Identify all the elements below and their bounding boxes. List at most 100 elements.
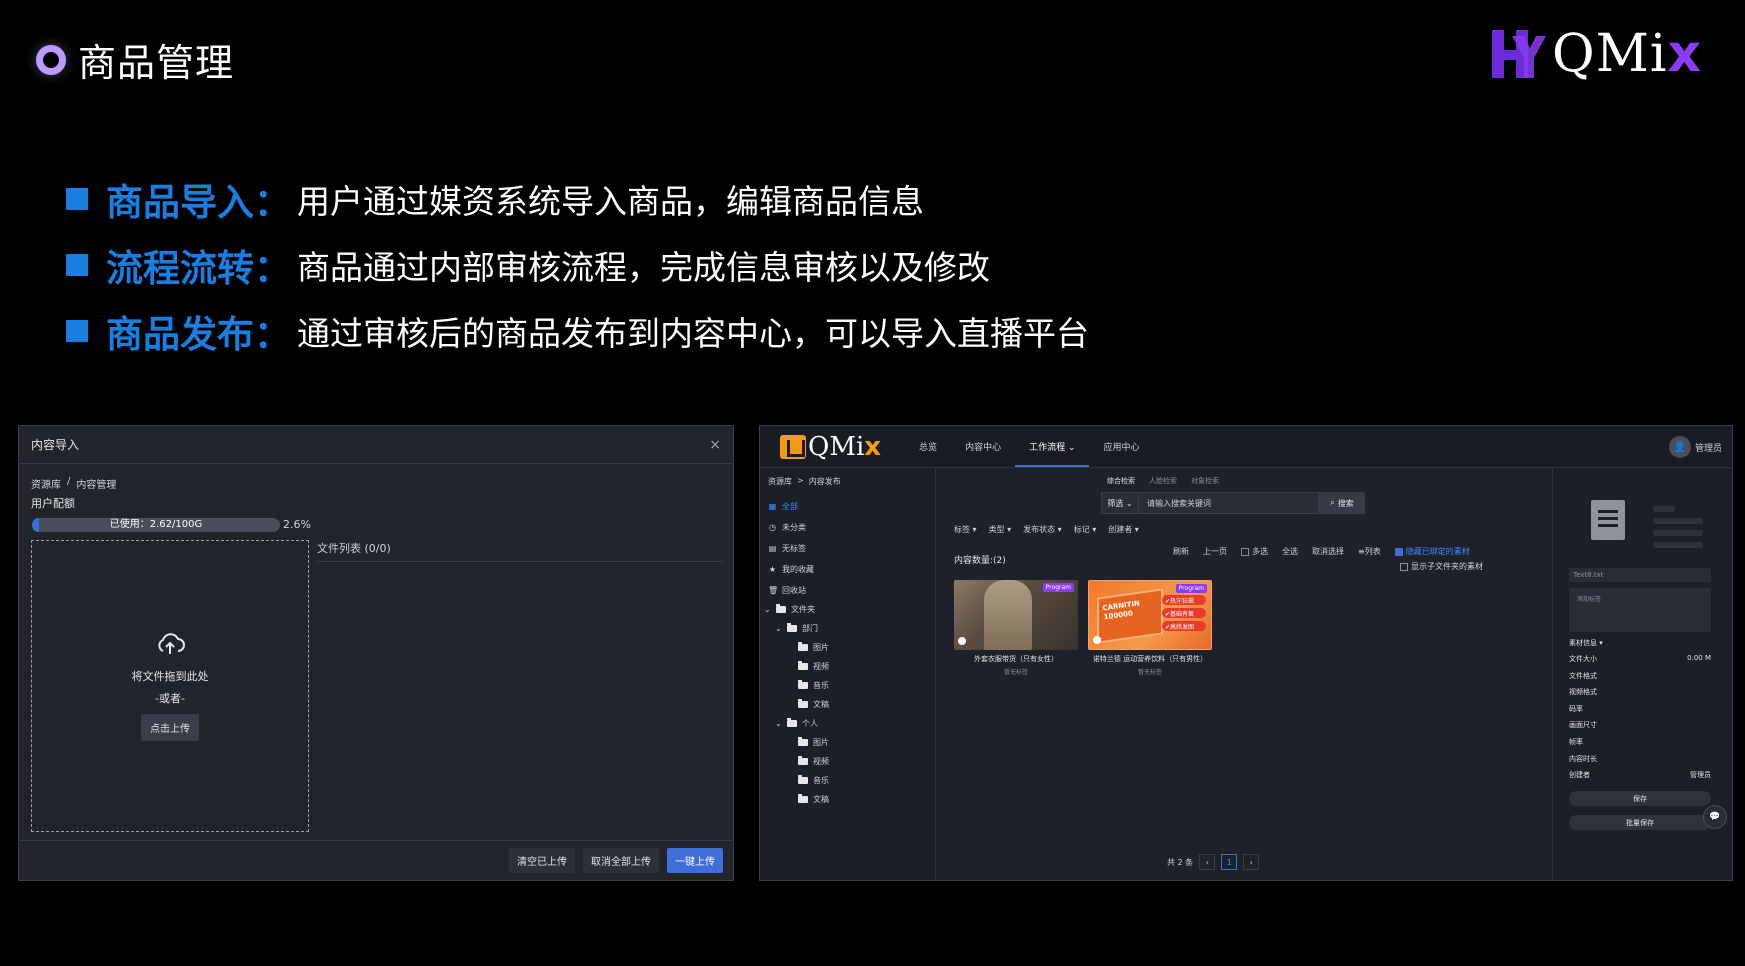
nav-overview[interactable]: 总览 <box>905 426 951 467</box>
sidebar-item-all[interactable]: ▦ 全部 <box>768 496 814 517</box>
sidebar-item-favorites[interactable]: ★ 我的收藏 <box>768 559 814 580</box>
drop-text: 将文件拖到此处 <box>131 669 209 683</box>
tag-input[interactable]: 添加标签 <box>1569 588 1711 632</box>
chevron-down-icon[interactable]: ⌄ <box>775 719 782 728</box>
breadcrumb: 资源库 / 内容管理 <box>31 476 116 491</box>
next-page-icon[interactable]: › <box>1243 854 1260 870</box>
title-ring-icon <box>36 44 66 75</box>
card-thumbnail: Program <box>954 580 1078 650</box>
folder-icon <box>798 661 808 670</box>
meta-section-toggle[interactable]: 素材信息 ▾ <box>1569 638 1603 648</box>
meta-key: 视频格式 <box>1569 688 1597 697</box>
multi-select-toggle[interactable]: 多选 <box>1241 546 1268 557</box>
batch-save-button[interactable]: 批量保存 <box>1569 815 1711 830</box>
folder-tree-item[interactable]: 文稿 <box>764 790 829 809</box>
folder-tree: ⌄ 文件夹 ⌄ 部门 图片 视频 音乐 文稿 ⌄ 个人 图片 视频 音乐 文稿 <box>764 600 829 809</box>
app-logo-word: QMi <box>808 431 865 462</box>
nav-content-center[interactable]: 内容中心 <box>951 426 1015 467</box>
chevron-down-icon[interactable]: ⌄ <box>775 624 782 633</box>
skeleton-line <box>1653 542 1703 548</box>
meta-key: 文件大小 <box>1569 655 1597 663</box>
cloud-upload-icon <box>158 632 185 654</box>
folder-tree-item[interactable]: 图片 <box>764 638 829 657</box>
show-subfolder-toggle[interactable]: 显示子文件夹的素材 <box>1400 561 1483 572</box>
user-menu[interactable]: 👤 管理员 <box>1668 436 1722 458</box>
filter-publish-status[interactable]: 发布状态 ▾ <box>1023 524 1062 535</box>
search-input[interactable]: 请输入搜索关键词 <box>1139 492 1319 514</box>
folder-tree-item[interactable]: ⌄ 文件夹 <box>764 600 829 619</box>
folder-tree-item[interactable]: 图片 <box>764 733 829 752</box>
folder-label: 音乐 <box>813 681 829 690</box>
filter-creator[interactable]: 创建者 ▾ <box>1108 524 1139 535</box>
save-button[interactable]: 保存 <box>1569 791 1711 806</box>
folder-label: 图片 <box>813 643 829 652</box>
filter-dropdown[interactable]: 筛选 ⌄ <box>1101 492 1139 514</box>
file-drop-zone[interactable]: 将文件拖到此处 -或者- 点击上传 <box>31 540 309 832</box>
chat-bubble-icon[interactable]: 💬 <box>1703 805 1727 829</box>
nav-app-center[interactable]: 应用中心 <box>1089 426 1153 467</box>
content-card[interactable]: CARNITIN 100000 Program ✔热汗狂飙 ✔基础有氧 ✔高纬发… <box>1088 580 1212 676</box>
page-number[interactable]: 1 <box>1221 854 1238 870</box>
card-title: 外套衣服带货（只有女性） <box>974 655 1058 663</box>
cancel-select-button[interactable]: 取消选择 <box>1312 546 1344 557</box>
tab-combined-search[interactable]: 综合检索 <box>1107 476 1135 486</box>
filter-type[interactable]: 类型 ▾ <box>989 524 1012 535</box>
refresh-button[interactable]: 刷新 <box>1173 546 1189 557</box>
breadcrumb-item[interactable]: 内容发布 <box>809 476 841 487</box>
total-count: 共 2 条 <box>1167 857 1194 867</box>
search-bar: 筛选 ⌄ 请输入搜索关键词 ⌕ 搜索 <box>1101 492 1365 514</box>
search-button[interactable]: ⌕ 搜索 <box>1319 492 1365 514</box>
breadcrumb-item[interactable]: 资源库 <box>31 476 61 491</box>
prev-page-icon[interactable]: ‹ <box>1199 854 1216 870</box>
chevron-down-icon[interactable]: ⌄ <box>764 605 771 614</box>
select-radio[interactable] <box>958 637 966 645</box>
meta-value: 管理员 <box>1690 771 1711 780</box>
close-icon[interactable]: × <box>709 437 721 453</box>
select-radio[interactable] <box>1093 636 1101 644</box>
folder-tree-item[interactable]: 文稿 <box>764 695 829 714</box>
sidebar-item-trash[interactable]: 🗑 回收站 <box>768 580 814 601</box>
folder-tree-item[interactable]: 音乐 <box>764 771 829 790</box>
checkbox[interactable] <box>1241 547 1249 556</box>
file-list-title: 文件列表 (0/0) <box>317 540 723 562</box>
upload-all-button[interactable]: 一键上传 <box>667 848 723 873</box>
folder-tree-item[interactable]: 视频 <box>764 657 829 676</box>
user-name: 管理员 <box>1694 443 1722 454</box>
slide-title: 商品管理 <box>36 32 234 87</box>
prev-page-button[interactable]: 上一页 <box>1203 546 1227 557</box>
checkbox[interactable] <box>1400 562 1408 571</box>
tab-object-search[interactable]: 对象检索 <box>1191 476 1219 486</box>
folder-tree-item[interactable]: 音乐 <box>764 676 829 695</box>
nav-workflow[interactable]: 工作流程 ⌄ <box>1015 426 1090 467</box>
sidebar-item-label: 我的收藏 <box>782 565 814 574</box>
bullet-colon: ： <box>254 181 291 224</box>
click-upload-button[interactable]: 点击上传 <box>141 713 199 741</box>
content-card[interactable]: Program 外套衣服带货（只有女性） 暂无标签 <box>954 580 1078 676</box>
clear-uploaded-button[interactable]: 清空已上传 <box>509 848 575 873</box>
filter-tag[interactable]: 标签 ▾ <box>954 524 977 535</box>
folder-tree-item[interactable]: 视频 <box>764 752 829 771</box>
feature-label: ✔热汗狂飙 <box>1162 595 1206 605</box>
sidebar-item-uncategorized[interactable]: ◷ 未分类 <box>768 517 814 538</box>
hide-bound-toggle[interactable]: 隐藏已绑定的素材 <box>1394 546 1470 557</box>
checkbox-checked[interactable] <box>1394 547 1403 556</box>
tab-face-search[interactable]: 人脸检索 <box>1149 476 1177 486</box>
sidebar-list: ▦ 全部 ◷ 未分类 ▤ 无标签 ★ 我的收藏 🗑 回收站 <box>768 496 814 601</box>
folder-tree-item[interactable]: ⌄ 部门 <box>764 619 829 638</box>
folder-tree-item[interactable]: ⌄ 个人 <box>764 714 829 733</box>
app-logo[interactable]: QMi x <box>780 432 881 462</box>
filter-mark[interactable]: 标记 ▾ <box>1074 524 1097 535</box>
meta-row: 画面尺寸 <box>1569 720 1711 737</box>
folder-label: 个人 <box>802 719 818 728</box>
breadcrumb-item[interactable]: 资源库 <box>768 476 792 487</box>
filename-field[interactable]: Text8.txt <box>1569 568 1711 582</box>
sidebar-item-untagged[interactable]: ▤ 无标签 <box>768 538 814 559</box>
select-all-button[interactable]: 全选 <box>1282 546 1298 557</box>
bullet-desc: 用户通过媒资系统导入商品，编辑商品信息 <box>297 182 924 221</box>
bullet-square-icon <box>66 320 88 342</box>
cancel-all-uploads-button[interactable]: 取消全部上传 <box>583 848 659 873</box>
breadcrumb-item[interactable]: 内容管理 <box>76 476 116 491</box>
meta-row: 文件格式 <box>1569 671 1711 688</box>
list-view-button[interactable]: ≡列表 <box>1358 546 1381 557</box>
star-icon: ★ <box>768 565 777 574</box>
